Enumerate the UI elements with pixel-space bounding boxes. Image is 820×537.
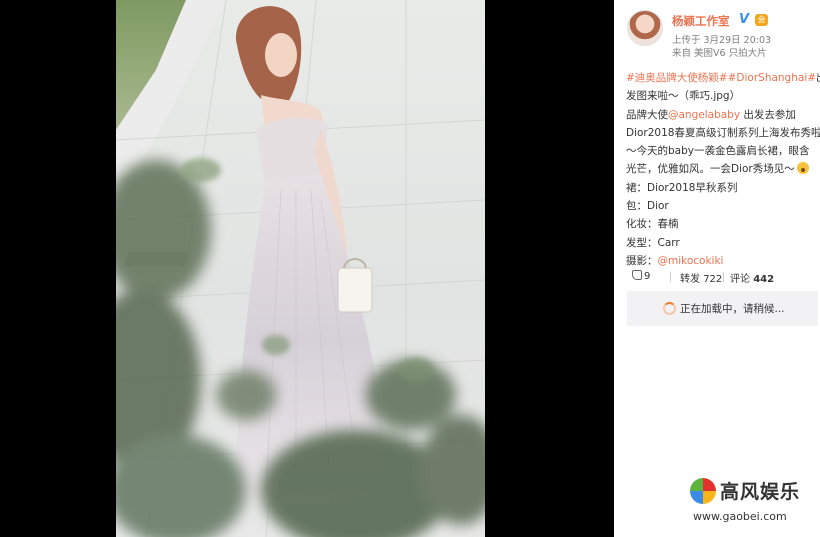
vip-member-icon[interactable]: 会 [755, 14, 768, 26]
mention-link[interactable]: @mikocokiki [658, 255, 724, 267]
credit-dress: 裙：Dior2018早秋系列 [626, 181, 738, 194]
post-text-line: ～今天的baby一袭金色露肩长裙，眼含 [626, 145, 810, 158]
credit-photo-label: 摄影： [626, 254, 658, 267]
divider [670, 272, 671, 282]
author-name[interactable]: 杨颖工作室 [672, 13, 730, 29]
surprised-emoji-icon [796, 162, 809, 175]
post-text-fragment: 品牌大使 [626, 108, 668, 121]
forward-count: 722 [703, 274, 723, 285]
post-text-fragment: 出发去参加 [740, 108, 796, 121]
hashtag-link[interactable]: #DiorShanghai# [728, 72, 816, 84]
comment-label: 评论 [730, 274, 750, 285]
author-row: 杨颖工作室 V 会 上传于 3月29日 20:03 来自 美图V6 只拍大片 [627, 10, 817, 60]
post-photo[interactable] [116, 0, 485, 537]
comment-button[interactable]: 评论 442 [730, 270, 774, 285]
post-text: #迪奥品牌大使杨颖##DiorShanghai#出 发图来啦～（乖巧.jpg） … [626, 69, 820, 270]
post-text-line: 发图来啦～（乖巧.jpg） [626, 90, 741, 103]
post-actions: 9 转发 722 评论 442 [626, 270, 816, 286]
loading-text: 正在加载中，请稍候... [680, 303, 785, 315]
post-text-line: Dior2018春夏高级订制系列上海发布秀啦 [626, 126, 820, 139]
credit-makeup: 化妆：春楠 [626, 218, 679, 231]
hashtag-link[interactable]: #迪奥品牌大使杨颖# [626, 72, 728, 84]
post-text-fragment: 出 [816, 72, 820, 84]
forward-button[interactable]: 转发 722 [680, 270, 722, 285]
watermark-logo-icon [690, 478, 716, 504]
source-app-link[interactable]: 美图V6 只拍大片 [694, 48, 767, 59]
mention-link[interactable]: @angelababy [668, 109, 740, 121]
photo-illustration [116, 0, 485, 537]
watermark-brand: 高风娱乐 [720, 481, 801, 503]
post-source: 来自 美图V6 只拍大片 [672, 45, 767, 59]
post-info-panel: 杨颖工作室 V 会 上传于 3月29日 20:03 来自 美图V6 只拍大片 #迪奥… [614, 0, 820, 537]
like-count: 9 [644, 271, 651, 282]
upload-time: 上传于 3月29日 20:03 [672, 32, 771, 46]
post-text-fragment: 光芒，优雅如风。一会Dior秀场见～ [626, 163, 795, 176]
divider [723, 272, 724, 282]
thumbs-up-icon [632, 270, 642, 280]
source-label: 来自 [672, 48, 692, 59]
avatar[interactable] [627, 10, 663, 46]
credit-hair: 发型：Carr [626, 236, 680, 249]
comment-count: 442 [753, 274, 775, 285]
loading-spinner-icon [663, 302, 676, 315]
like-button[interactable]: 9 [632, 270, 650, 282]
comments-loading: 正在加载中，请稍候... [627, 291, 818, 326]
forward-label: 转发 [680, 274, 700, 285]
credit-bag: 包：Dior [626, 200, 669, 213]
site-watermark: 高风娱乐 www.gaobei.com [690, 474, 810, 534]
verified-icon: V [739, 12, 750, 27]
photo-viewer [0, 0, 614, 537]
watermark-url: www.gaobei.com [693, 510, 787, 523]
